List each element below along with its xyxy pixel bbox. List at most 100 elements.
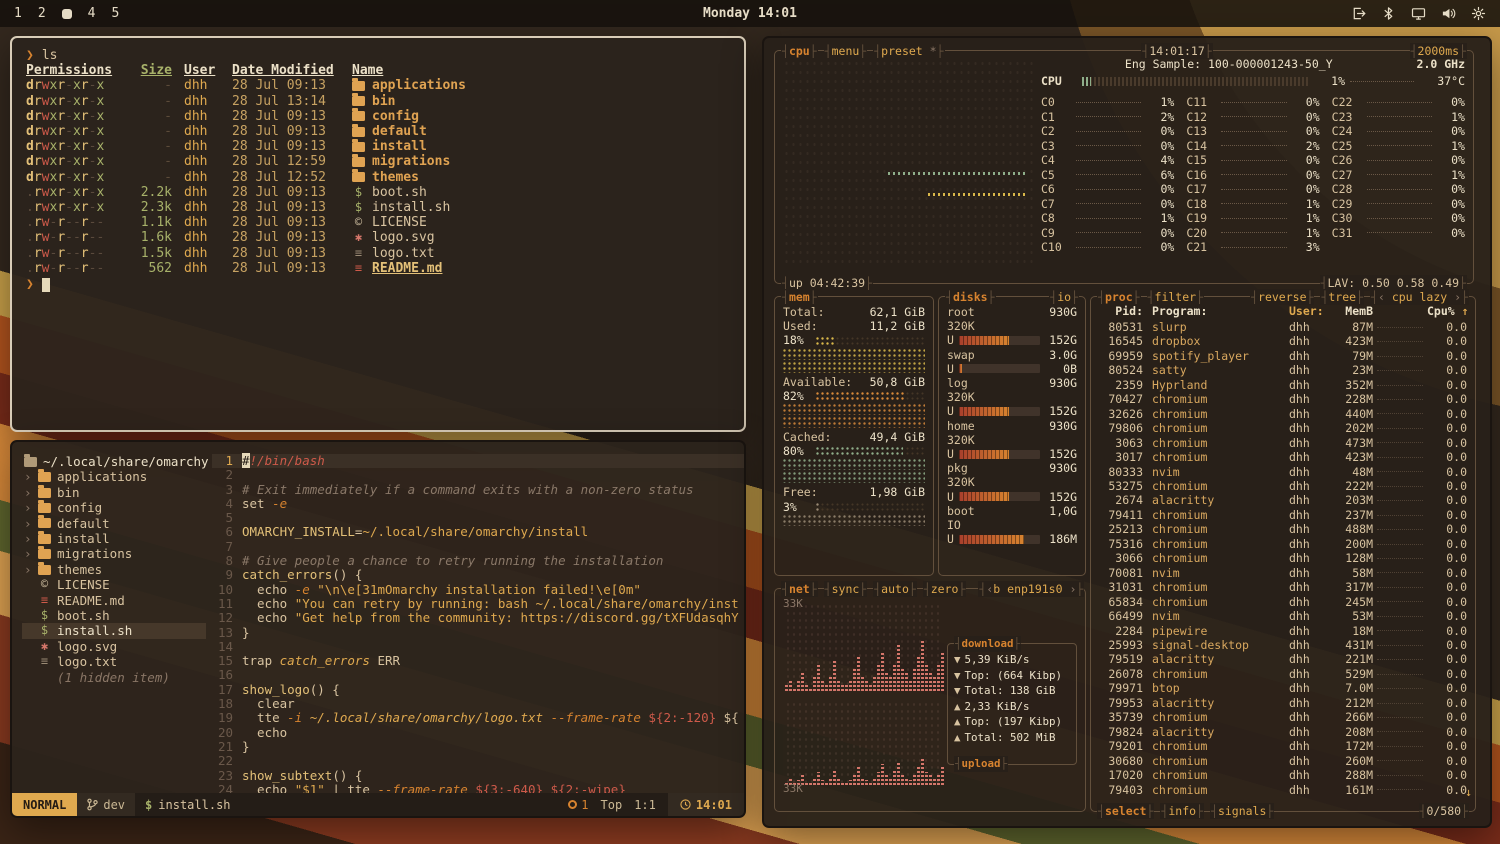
editor-line-20[interactable]: 20 echo bbox=[212, 726, 744, 740]
process-row-69959[interactable]: 69959spotify_player dhh79M 0.0 bbox=[1099, 349, 1467, 363]
tree-item-(1 hidden item)[interactable]: (1 hidden item) bbox=[22, 670, 206, 685]
info-button[interactable]: info bbox=[1160, 803, 1204, 819]
process-row-80531[interactable]: 80531slurp dhh87M 0.0 bbox=[1099, 320, 1467, 334]
process-row-2359[interactable]: 2359Hyprland dhh352M 0.0 bbox=[1099, 378, 1467, 392]
tree-item-LICENSE[interactable]: ©LICENSE bbox=[22, 577, 206, 592]
zero-button[interactable]: zero bbox=[923, 581, 967, 597]
tree-item-config[interactable]: ›config bbox=[22, 500, 206, 515]
workspace-indicator[interactable]: 1 bbox=[14, 6, 22, 21]
process-row-16545[interactable]: 16545dropbox dhh423M 0.0 bbox=[1099, 334, 1467, 348]
process-row-79403[interactable]: 79403chromium dhh161M 0.0 bbox=[1099, 783, 1467, 797]
signals-button[interactable]: signals bbox=[1210, 803, 1274, 819]
tree-button[interactable]: tree bbox=[1320, 289, 1364, 305]
process-row-25213[interactable]: 25213chromium dhh488M 0.0 bbox=[1099, 522, 1467, 536]
editor-line-22[interactable]: 22 bbox=[212, 754, 744, 768]
settings-icon[interactable] bbox=[1471, 6, 1486, 21]
process-row-80333[interactable]: 80333nvim dhh48M 0.0 bbox=[1099, 465, 1467, 479]
menu-button[interactable]: menu bbox=[824, 43, 868, 59]
editor-line-16[interactable]: 16 bbox=[212, 668, 744, 682]
tree-item-default[interactable]: ›default bbox=[22, 516, 206, 531]
diagnostics-badge[interactable]: 1 bbox=[568, 798, 588, 812]
editor-line-15[interactable]: 15 trap catch_errors ERR bbox=[212, 654, 744, 668]
editor-line-2[interactable]: 2 bbox=[212, 468, 744, 482]
process-row-79824[interactable]: 79824alacritty dhh208M 0.0 bbox=[1099, 725, 1467, 739]
process-row-17020[interactable]: 17020chromium dhh288M 0.0 bbox=[1099, 768, 1467, 782]
tree-item-themes[interactable]: ›themes bbox=[22, 562, 206, 577]
editor-line-3[interactable]: 3 # Exit immediately if a command exits … bbox=[212, 483, 744, 497]
process-row-79971[interactable]: 79971btop dhh7.0M 0.0 bbox=[1099, 681, 1467, 695]
git-branch-segment[interactable]: dev bbox=[77, 793, 135, 816]
preset-button[interactable]: preset * bbox=[873, 43, 944, 59]
process-row-79519[interactable]: 79519alacritty dhh221M 0.0 bbox=[1099, 652, 1467, 666]
process-row-2674[interactable]: 2674alacritty dhh203M 0.0 bbox=[1099, 493, 1467, 507]
net-box-title[interactable]: net bbox=[781, 581, 818, 597]
process-row-70081[interactable]: 70081nvim dhh58M 0.0 bbox=[1099, 566, 1467, 580]
process-row-70427[interactable]: 70427chromium dhh228M 0.0 bbox=[1099, 392, 1467, 406]
process-row-79201[interactable]: 79201chromium dhh172M 0.0 bbox=[1099, 739, 1467, 753]
process-row-80524[interactable]: 80524satty dhh23M 0.0 bbox=[1099, 363, 1467, 377]
logout-icon[interactable] bbox=[1351, 6, 1366, 21]
editor-line-23[interactable]: 23 show_subtext() { bbox=[212, 769, 744, 783]
sort-mode-button[interactable]: ‹ cpu lazy › bbox=[1370, 289, 1469, 305]
process-row-65834[interactable]: 65834chromium dhh245M 0.0 bbox=[1099, 595, 1467, 609]
process-row-75316[interactable]: 75316chromium dhh200M 0.0 bbox=[1099, 537, 1467, 551]
editor-buffer[interactable]: 1 #!/bin/bash 2 3 # Exit immediately if … bbox=[212, 442, 744, 793]
workspace-indicator-active[interactable] bbox=[62, 9, 72, 19]
tree-item-README.md[interactable]: ≡README.md bbox=[22, 593, 206, 608]
editor-line-1[interactable]: 1 #!/bin/bash bbox=[212, 454, 744, 468]
process-row-26078[interactable]: 26078chromium dhh529M 0.0 bbox=[1099, 667, 1467, 681]
workspace-indicator[interactable]: 5 bbox=[111, 6, 119, 21]
editor-line-13[interactable]: 13 } bbox=[212, 626, 744, 640]
process-row-32626[interactable]: 32626chromium dhh440M 0.0 bbox=[1099, 407, 1467, 421]
editor-line-5[interactable]: 5 bbox=[212, 511, 744, 525]
editor-line-4[interactable]: 4 set -e bbox=[212, 497, 744, 511]
editor-line-6[interactable]: 6 OMARCHY_INSTALL=~/.local/share/omarchy… bbox=[212, 525, 744, 539]
workspace-indicator[interactable]: 4 bbox=[88, 6, 96, 21]
tree-item-applications[interactable]: ›applications bbox=[22, 469, 206, 484]
process-row-25993[interactable]: 25993signal-desktop dhh431M 0.0 bbox=[1099, 638, 1467, 652]
editor-line-11[interactable]: 11 echo "You can retry by running: bash … bbox=[212, 597, 744, 611]
tree-item-logo.txt[interactable]: ≡logo.txt bbox=[22, 654, 206, 669]
tree-item-boot.sh[interactable]: $boot.sh bbox=[22, 608, 206, 623]
workspace-indicator[interactable]: 2 bbox=[38, 6, 46, 21]
tree-item-logo.svg[interactable]: ✱logo.svg bbox=[22, 639, 206, 654]
process-row-35739[interactable]: 35739chromium dhh266M 0.0 bbox=[1099, 710, 1467, 724]
reverse-button[interactable]: reverse bbox=[1250, 289, 1314, 305]
select-button[interactable]: select bbox=[1097, 803, 1154, 819]
auto-button[interactable]: auto bbox=[873, 581, 917, 597]
scroll-down-icon[interactable]: ↓ bbox=[1465, 785, 1472, 799]
process-row-3017[interactable]: 3017chromium dhh423M 0.0 bbox=[1099, 450, 1467, 464]
cpu-box-title[interactable]: cpu bbox=[781, 43, 818, 59]
editor-line-17[interactable]: 17 show_logo() { bbox=[212, 683, 744, 697]
net-interface-button[interactable]: ‹b enp191s0 › bbox=[978, 581, 1084, 597]
clock[interactable]: Monday 14:01 bbox=[0, 6, 1500, 21]
process-row-66499[interactable]: 66499nvim dhh53M 0.0 bbox=[1099, 609, 1467, 623]
disks-box-title[interactable]: disks bbox=[945, 289, 996, 305]
tree-root[interactable]: ~/.local/share/omarchy bbox=[22, 454, 206, 469]
process-row-79411[interactable]: 79411chromium dhh237M 0.0 bbox=[1099, 508, 1467, 522]
io-mode-button[interactable]: io bbox=[1049, 289, 1079, 305]
proc-box-title[interactable]: proc bbox=[1097, 289, 1141, 305]
terminal-cursor[interactable] bbox=[42, 278, 50, 292]
editor-line-18[interactable]: 18 clear bbox=[212, 697, 744, 711]
editor-line-8[interactable]: 8 # Give people a chance to retry runnin… bbox=[212, 554, 744, 568]
tree-item-migrations[interactable]: ›migrations bbox=[22, 546, 206, 561]
filter-button[interactable]: filter bbox=[1147, 289, 1204, 305]
editor-line-14[interactable]: 14 bbox=[212, 640, 744, 654]
editor-line-7[interactable]: 7 bbox=[212, 540, 744, 554]
volume-icon[interactable] bbox=[1441, 6, 1456, 21]
process-row-31031[interactable]: 31031chromium dhh317M 0.0 bbox=[1099, 580, 1467, 594]
process-row-53275[interactable]: 53275chromium dhh222M 0.0 bbox=[1099, 479, 1467, 493]
editor-line-21[interactable]: 21 } bbox=[212, 740, 744, 754]
process-table-header[interactable]: Pid: Program: User: MemB Cpu% ↑ bbox=[1099, 304, 1467, 318]
editor-line-12[interactable]: 12 echo "Get help from the community: ht… bbox=[212, 611, 744, 625]
sync-button[interactable]: sync bbox=[824, 581, 868, 597]
tree-item-install.sh[interactable]: $install.sh bbox=[22, 623, 206, 638]
bluetooth-icon[interactable] bbox=[1381, 6, 1396, 21]
tree-item-install[interactable]: ›install bbox=[22, 531, 206, 546]
process-row-3063[interactable]: 3063chromium dhh473M 0.0 bbox=[1099, 436, 1467, 450]
editor-line-19[interactable]: 19 tte -i ~/.local/share/omarchy/logo.tx… bbox=[212, 711, 744, 725]
editor-line-10[interactable]: 10 echo -e "\n\e[31mOmarchy installation… bbox=[212, 583, 744, 597]
process-row-2284[interactable]: 2284pipewire dhh18M 0.0 bbox=[1099, 624, 1467, 638]
process-row-3066[interactable]: 3066chromium dhh128M 0.0 bbox=[1099, 551, 1467, 565]
